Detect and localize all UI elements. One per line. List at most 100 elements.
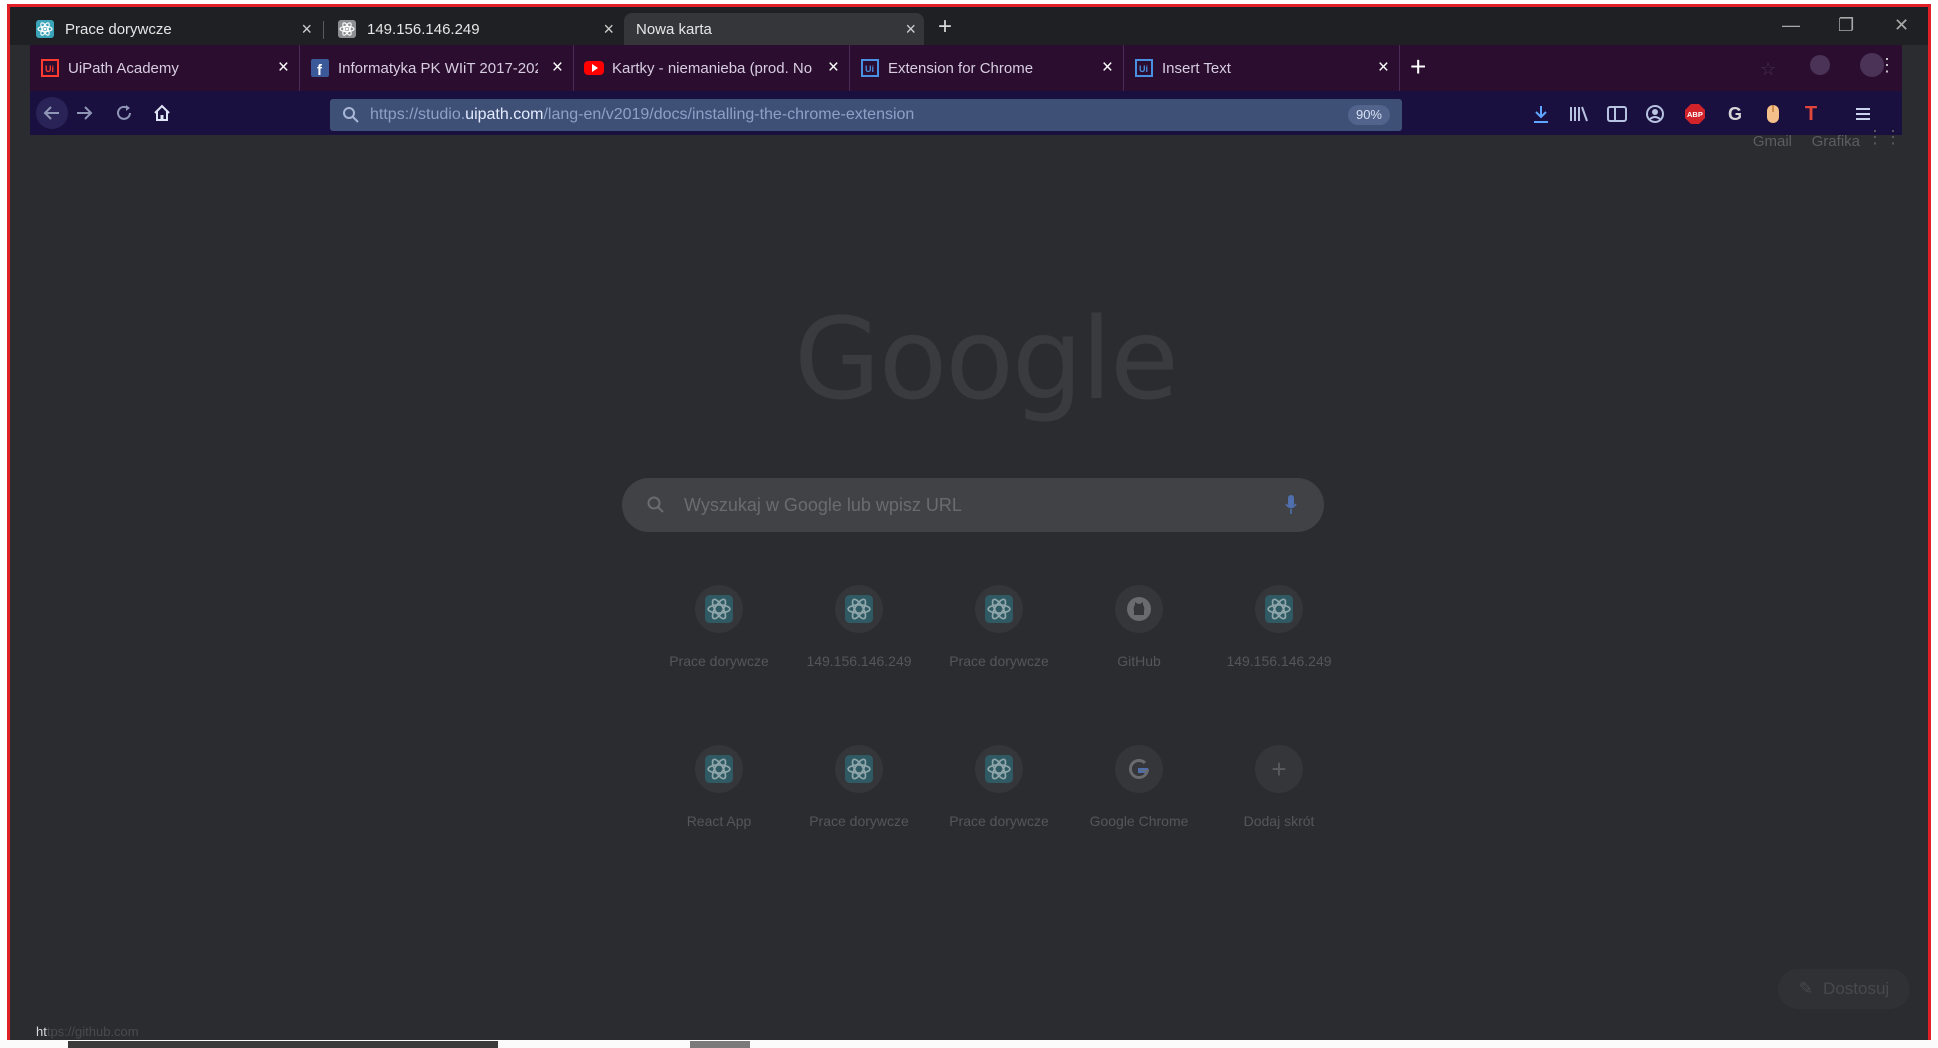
mouse-icon[interactable]	[1760, 101, 1786, 127]
customize-button[interactable]: ✎ Dostosuj	[1778, 969, 1910, 1009]
chrome-tab-strip: Prace dorywcze × 149.156.146.249 × Nowa …	[10, 7, 1928, 45]
svg-text:Ui: Ui	[865, 64, 874, 74]
shortcut-label: React App	[686, 813, 752, 829]
shortcut-label: Prace dorywcze	[809, 813, 909, 829]
react-icon	[975, 745, 1023, 793]
firefox-nav-bar: https://studio.uipath.com/lang-en/v2019/…	[30, 91, 1902, 135]
google-logo: Google	[794, 295, 1179, 425]
arrow-left-icon	[43, 106, 59, 120]
shortcut-label: 149.156.146.249	[806, 653, 912, 669]
react-icon	[835, 745, 883, 793]
search-icon	[340, 104, 362, 126]
text-icon[interactable]: T	[1798, 101, 1824, 127]
firefox-tab-title: Insert Text	[1162, 59, 1231, 77]
close-icon[interactable]: ×	[301, 20, 312, 38]
firefox-tab-title: Informatyka PK WIiT 2017-2021	[338, 59, 538, 77]
shortcut-label: GitHub	[1117, 653, 1161, 669]
close-icon[interactable]: ×	[905, 20, 916, 38]
react-icon	[695, 585, 743, 633]
shortcut-tile[interactable]: 149.156.146.249	[803, 585, 915, 669]
uipath-blue-icon: Ui	[1134, 58, 1154, 78]
account-icon[interactable]	[1642, 101, 1668, 127]
back-button[interactable]	[36, 97, 68, 129]
chrome-tab-nowa-karta[interactable]: Nowa karta ×	[624, 13, 924, 45]
chrome-tab-prace-dorywcze[interactable]: Prace dorywcze ×	[24, 13, 320, 45]
adblock-icon[interactable]: ABP	[1682, 101, 1708, 127]
shortcut-tile[interactable]: React App	[663, 745, 775, 829]
google-icon	[1115, 745, 1163, 793]
new-tab-page: Gmail Grafika ⋮⋮ Google Wyszukaj w Googl…	[30, 127, 1910, 1040]
close-icon[interactable]: ×	[828, 57, 839, 79]
new-tab-button[interactable]: +	[938, 15, 952, 39]
library-icon[interactable]	[1566, 101, 1592, 127]
plus-icon: +	[1255, 745, 1303, 793]
home-icon	[154, 104, 170, 121]
shortcut-label: Google Chrome	[1089, 813, 1189, 829]
close-icon[interactable]: ×	[1102, 57, 1113, 79]
url-bar[interactable]: https://studio.uipath.com/lang-en/v2019/…	[330, 99, 1402, 131]
minimize-icon[interactable]: —	[1782, 15, 1800, 36]
shortcut-tile[interactable]: 149.156.146.249	[1223, 585, 1335, 669]
ntp-search-box[interactable]: Wyszukaj w Google lub wpisz URL	[622, 478, 1324, 532]
svg-text:ABP: ABP	[1687, 110, 1703, 119]
apps-grid-icon[interactable]: ⋮⋮	[1866, 127, 1902, 148]
facebook-icon: f	[310, 58, 330, 78]
firefox-new-tab-button[interactable]: +	[1410, 51, 1426, 83]
firefox-tab-title: Extension for Chrome	[888, 59, 1034, 77]
youtube-icon	[584, 58, 604, 78]
search-icon	[644, 493, 668, 517]
images-link[interactable]: Grafika	[1812, 133, 1860, 150]
gmail-link[interactable]: Gmail	[1753, 133, 1792, 150]
taskbar-item[interactable]	[690, 1041, 750, 1048]
microphone-icon[interactable]	[1282, 492, 1300, 518]
shortcut-label: Prace dorywcze	[949, 653, 1049, 669]
firefox-tab-informatyka[interactable]: f Informatyka PK WIiT 2017-2021 ×	[300, 45, 574, 91]
close-icon[interactable]: ×	[1378, 57, 1389, 79]
pencil-icon: ✎	[1798, 979, 1814, 998]
shortcut-tile[interactable]: Prace dorywcze	[803, 745, 915, 829]
shortcut-label: Dodaj skrót	[1243, 813, 1315, 829]
zoom-indicator[interactable]: 90%	[1347, 105, 1390, 125]
home-button[interactable]	[146, 97, 178, 129]
firefox-tab-title: Kartky - niemanieba (prod. No	[612, 59, 813, 77]
download-icon[interactable]	[1528, 101, 1554, 127]
chrome-tab-title: Prace dorywcze	[65, 20, 172, 38]
shortcut-label: 149.156.146.249	[1226, 653, 1332, 669]
add-shortcut-button[interactable]: + Dodaj skrót	[1223, 745, 1335, 829]
shortcut-tile[interactable]: Prace dorywcze	[943, 585, 1055, 669]
firefox-tab-kartky[interactable]: Kartky - niemanieba (prod. No ×	[574, 45, 850, 91]
firefox-tab-uipath-academy[interactable]: Ui UiPath Academy ×	[30, 45, 300, 91]
chrome-tab-ip[interactable]: 149.156.146.249 ×	[326, 13, 622, 45]
close-icon[interactable]: ×	[278, 57, 289, 79]
menu-icon[interactable]	[1850, 101, 1876, 127]
sidebar-icon[interactable]	[1604, 101, 1630, 127]
firefox-tab-insert-text[interactable]: Ui Insert Text ×	[1124, 45, 1400, 91]
tab-separator	[323, 21, 324, 39]
close-icon[interactable]: ×	[552, 57, 563, 79]
kebab-menu-icon[interactable]: ⋮	[1878, 55, 1896, 76]
shortcut-tile[interactable]: Prace dorywcze	[663, 585, 775, 669]
reload-button[interactable]	[108, 97, 140, 129]
search-placeholder: Wyszukaj w Google lub wpisz URL	[684, 494, 962, 515]
shortcut-tile[interactable]: Prace dorywcze	[943, 745, 1055, 829]
forward-button[interactable]	[68, 97, 100, 129]
svg-text:Ui: Ui	[1139, 64, 1148, 74]
star-icon[interactable]: ☆	[1760, 59, 1776, 80]
shortcut-label: Prace dorywcze	[949, 813, 1049, 829]
firefox-tab-extension[interactable]: Ui Extension for Chrome ×	[850, 45, 1124, 91]
shortcut-tile[interactable]: Google Chrome	[1083, 745, 1195, 829]
profile-icon[interactable]	[1810, 55, 1830, 75]
shortcut-label: Prace dorywcze	[669, 653, 769, 669]
react-icon	[1255, 585, 1303, 633]
close-icon[interactable]: ×	[603, 20, 614, 38]
restore-icon[interactable]: ❐	[1838, 15, 1854, 36]
close-window-icon[interactable]: ✕	[1894, 15, 1909, 36]
grammarly-icon[interactable]: G	[1722, 101, 1748, 127]
firefox-tab-bar: Ui UiPath Academy × f Informatyka PK WIi…	[30, 45, 1902, 91]
shortcut-tile[interactable]: GitHub	[1083, 585, 1195, 669]
react-icon	[36, 20, 54, 38]
taskbar-item[interactable]	[68, 1041, 498, 1048]
firefox-tab-title: UiPath Academy	[68, 59, 179, 77]
react-icon	[835, 585, 883, 633]
uipath-blue-icon: Ui	[860, 58, 880, 78]
